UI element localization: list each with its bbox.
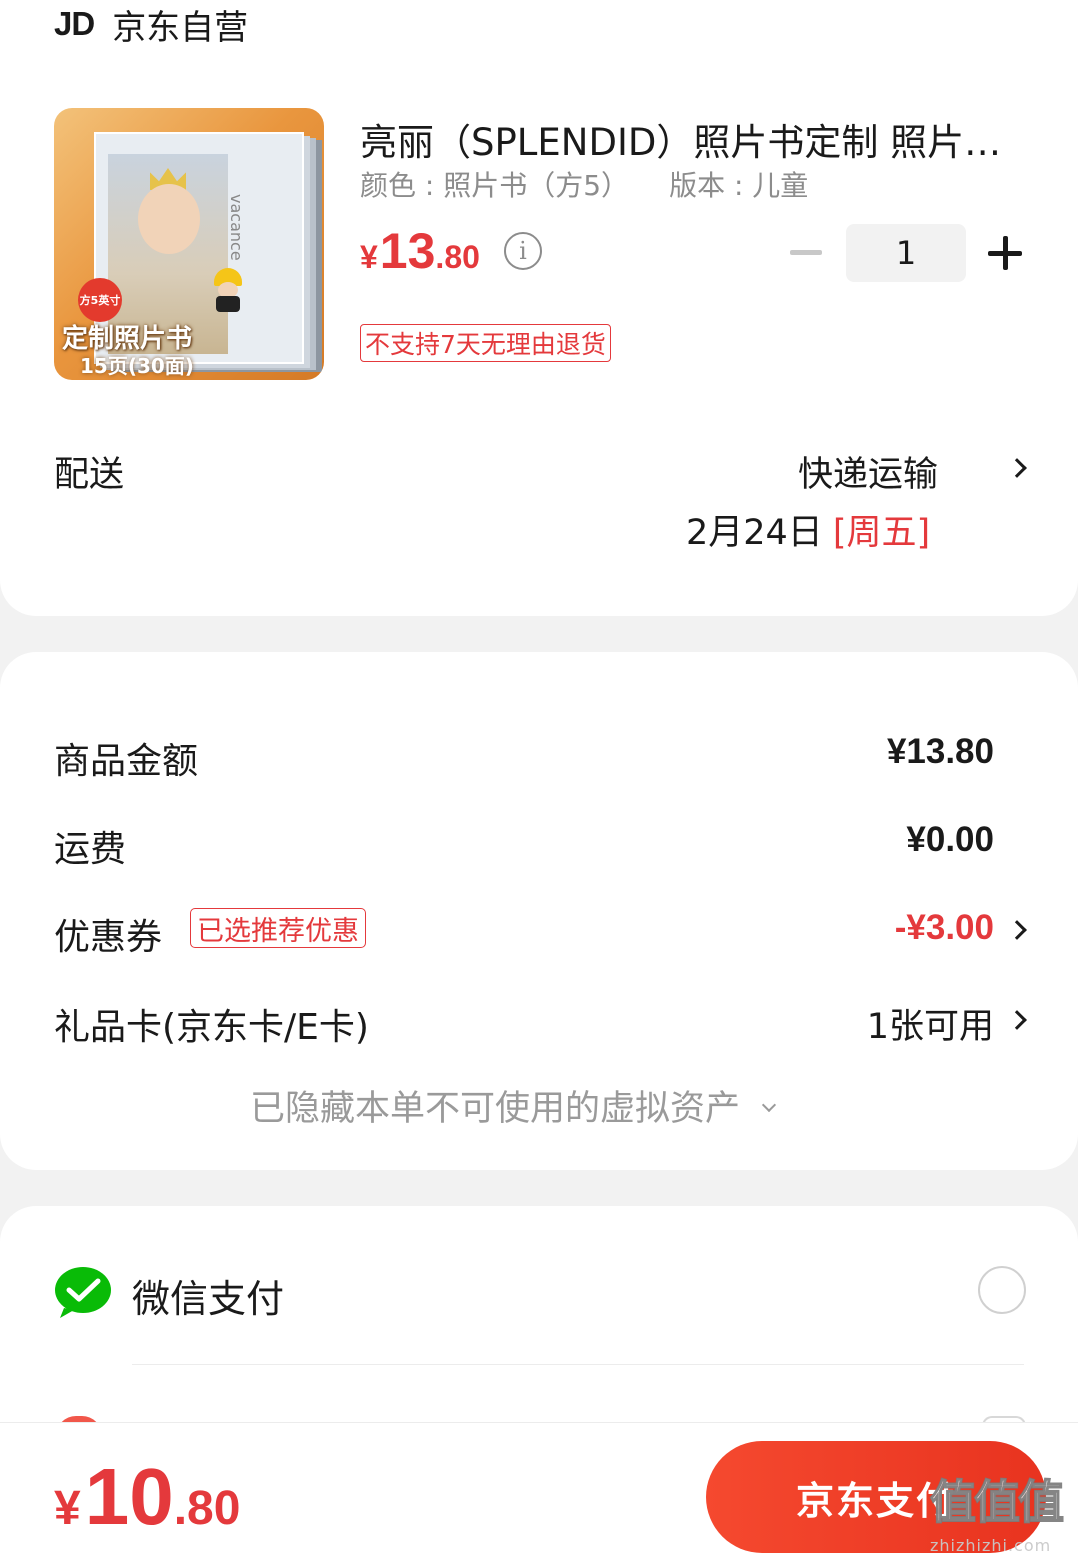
book-cover-text: vacance [227, 194, 246, 261]
wechat-pay-radio[interactable] [978, 1266, 1026, 1314]
coupon-chevron-right-icon[interactable] [1007, 920, 1027, 940]
delivery-date-text: 2月24日 [686, 513, 823, 553]
price-integer: 13 [379, 223, 436, 279]
info-icon[interactable]: i [504, 232, 542, 270]
goods-amount-value: ¥13.80 [886, 732, 994, 771]
wechat-pay-label[interactable]: 微信支付 [132, 1268, 284, 1323]
product-spec[interactable]: 颜色 : 照片书（方5） 版本 : 儿童 [360, 164, 808, 204]
size-badge: 方5英寸 [78, 278, 122, 322]
product-card: JD 京东自营 vacance 方5英寸 定制照片书 15页(30面) 亮丽（S… [0, 0, 1078, 616]
spec-version: 版本 : 儿童 [669, 169, 809, 202]
price-decimal: .80 [435, 239, 480, 275]
product-thumbnail[interactable]: vacance 方5英寸 定制照片书 15页(30面) [54, 108, 324, 380]
checkout-bottom-bar: ¥ 10 .80 京东支付 [0, 1422, 1078, 1568]
coupon-applied-tag[interactable]: 已选推荐优惠 [190, 908, 366, 948]
payment-divider [132, 1364, 1024, 1365]
delivery-chevron-right-icon[interactable] [1007, 458, 1027, 478]
total-integer: 10 [84, 1452, 174, 1541]
shipping-value: ¥0.00 [906, 820, 994, 859]
product-price: ¥ 13 .80 [360, 222, 480, 280]
spec-color: 颜色 : 照片书（方5） [360, 169, 630, 202]
total-decimal: .80 [173, 1482, 241, 1535]
baby-head-shape [138, 184, 200, 254]
gift-card-value[interactable]: 1张可用 [867, 998, 994, 1049]
order-total: ¥ 10 .80 [54, 1451, 240, 1543]
price-currency: ¥ [360, 239, 378, 275]
wechat-pay-icon [55, 1267, 111, 1318]
delivery-label: 配送 [54, 455, 125, 495]
cartoon-character [210, 268, 246, 312]
gift-card-label[interactable]: 礼品卡(京东卡/E卡) [54, 998, 369, 1050]
jd-pay-button[interactable]: 京东支付 [706, 1441, 1046, 1553]
shipping-label: 运费 [54, 829, 127, 870]
delivery-date[interactable]: 2月24日 [周五] [686, 504, 930, 555]
delivery-weekday: [周五] [832, 513, 931, 553]
hidden-assets-text: 已隐藏本单不可使用的虚拟资产 [250, 1089, 741, 1129]
goods-amount-label: 商品金额 [54, 741, 199, 782]
chevron-down-icon [761, 1097, 777, 1113]
hidden-assets-toggle[interactable]: 已隐藏本单不可使用的虚拟资产 [250, 1080, 777, 1131]
coupon-value[interactable]: -¥3.00 [895, 908, 994, 948]
product-title[interactable]: 亮丽（SPLENDID）照片书定制 照片书 相册定制 [360, 112, 1024, 166]
coupon-label[interactable]: 优惠券 [54, 908, 162, 960]
order-summary-card: 商品金额 ¥13.80 运费 ¥0.00 优惠券 已选推荐优惠 -¥3.00 礼… [0, 652, 1078, 1170]
total-currency: ¥ [54, 1482, 81, 1535]
jd-logo: JD [54, 5, 95, 42]
quantity-increase-button[interactable] [988, 236, 1022, 270]
thumbnail-caption-sub: 15页(30面) [80, 354, 194, 378]
store-name: 京东自营 [112, 7, 249, 48]
return-policy-tag: 不支持7天无理由退货 [360, 324, 611, 362]
quantity-decrease-button[interactable] [790, 250, 822, 255]
store-header: JD 京东自营 [54, 2, 249, 48]
gift-card-chevron-right-icon[interactable] [1007, 1010, 1027, 1030]
delivery-method[interactable]: 快递运输 [798, 446, 938, 497]
quantity-input[interactable]: 1 [846, 224, 966, 282]
checkout-page: JD 京东自营 vacance 方5英寸 定制照片书 15页(30面) 亮丽（S… [0, 0, 1078, 1568]
